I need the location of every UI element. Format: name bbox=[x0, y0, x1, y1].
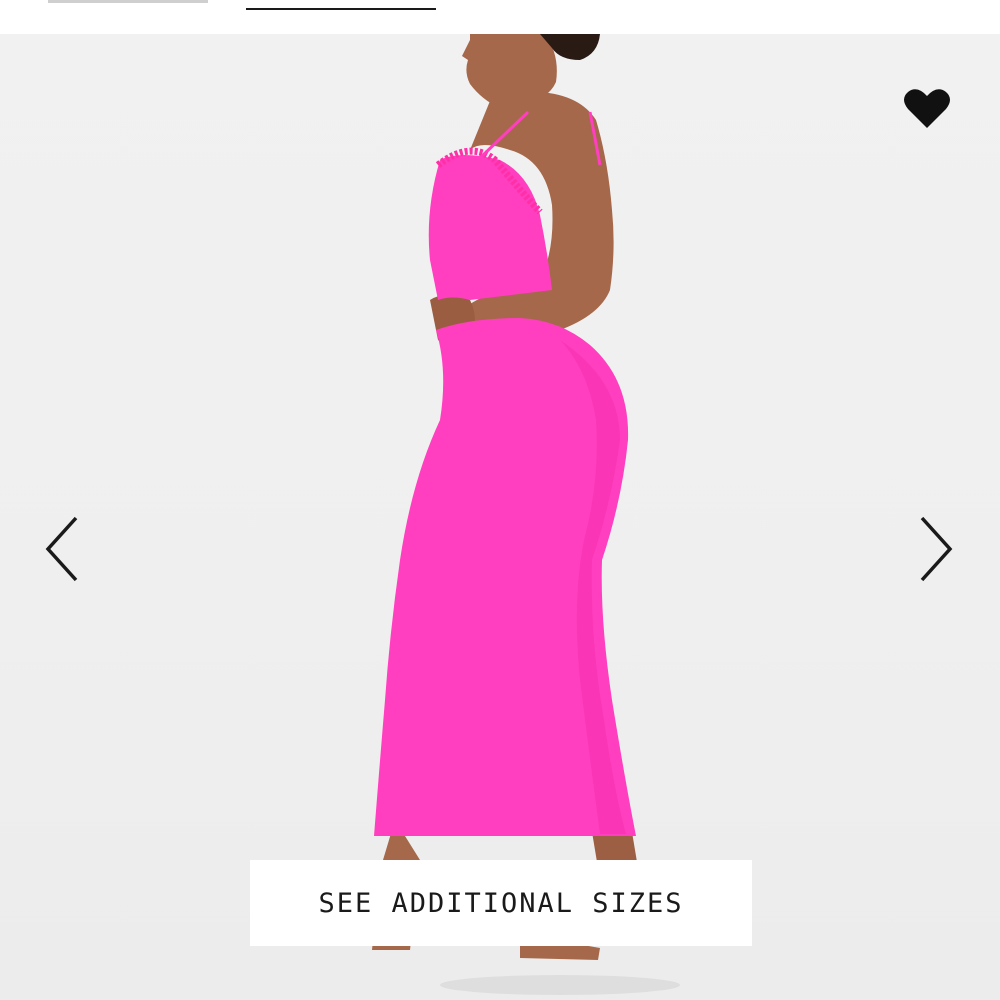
favorite-button[interactable] bbox=[902, 84, 952, 134]
tab-bar bbox=[0, 0, 1000, 34]
dress-bodice bbox=[428, 155, 552, 300]
previous-image-button[interactable] bbox=[42, 514, 82, 584]
next-image-button[interactable] bbox=[916, 514, 956, 584]
product-image-carousel[interactable]: SEE ADDITIONAL SIZES bbox=[0, 34, 1000, 1000]
heart-icon bbox=[904, 89, 950, 128]
chevron-right-icon bbox=[920, 516, 953, 582]
product-page: SEE ADDITIONAL SIZES bbox=[0, 0, 1000, 1000]
product-photo bbox=[372, 34, 680, 995]
chevron-left-icon bbox=[45, 516, 78, 582]
tab-previous[interactable] bbox=[48, 0, 208, 3]
tab-active-indicator[interactable] bbox=[246, 8, 436, 10]
floor-shadow bbox=[440, 975, 680, 995]
see-additional-sizes-button[interactable]: SEE ADDITIONAL SIZES bbox=[250, 860, 752, 946]
